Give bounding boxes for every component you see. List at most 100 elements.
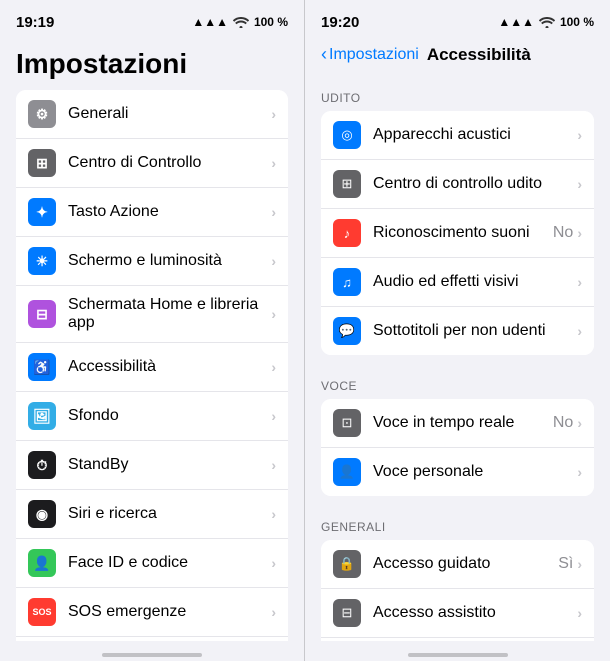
label-voce-personale: Voce personale	[373, 463, 577, 481]
chevron-sottotitoli: ›	[577, 323, 582, 339]
settings-item-schermata-home[interactable]: ⊟Schermata Home e libreria app›	[16, 286, 288, 343]
right-section-generali-r: 🔒Accesso guidatoSì›⊟Accesso assistito›◉S…	[321, 540, 594, 641]
right-item-voce-realtime[interactable]: ⊡Voce in tempo realeNo›	[321, 399, 594, 448]
icon-faceid: 👤	[28, 549, 56, 577]
section-header-udito: UDITO	[305, 75, 610, 111]
chevron-accessibilita: ›	[271, 359, 276, 375]
right-list: UDITO◎Apparecchi acustici›⊞Centro di con…	[305, 75, 610, 641]
settings-item-standby[interactable]: ⏱StandBy›	[16, 441, 288, 490]
signal-icon: ▲▲▲	[192, 15, 228, 29]
right-item-accesso-assistito[interactable]: ⊟Accesso assistito›	[321, 589, 594, 638]
icon-voce-personale: 👤	[333, 458, 361, 486]
wifi-icon	[233, 16, 249, 28]
right-battery: 100 %	[560, 15, 594, 29]
chevron-centro-udito: ›	[577, 176, 582, 192]
right-item-riconoscimento[interactable]: ♪ Riconoscimento suoniNo›	[321, 209, 594, 258]
section-header-generali-r: GENERALI	[305, 504, 610, 540]
chevron-accesso-assistito: ›	[577, 605, 582, 621]
right-home-indicator	[305, 641, 610, 661]
label-faceid: Face ID e codice	[68, 554, 271, 572]
chevron-apparecchi: ›	[577, 127, 582, 143]
label-generali: Generali	[68, 105, 271, 123]
chevron-faceid: ›	[271, 555, 276, 571]
label-audio-effetti: Audio ed effetti visivi	[373, 273, 577, 291]
settings-section-main: ⚙Generali›⊞Centro di Controllo›✦Tasto Az…	[16, 90, 288, 641]
left-status-bar: 19:19 ▲▲▲ 100 %	[0, 0, 304, 44]
icon-accesso-guidato: 🔒	[333, 550, 361, 578]
icon-riconoscimento: ♪	[333, 219, 361, 247]
left-panel: 19:19 ▲▲▲ 100 % Impostazioni ⚙Generali›⊞…	[0, 0, 305, 661]
icon-centro-controllo: ⊞	[28, 149, 56, 177]
settings-item-generali[interactable]: ⚙Generali›	[16, 90, 288, 139]
label-centro-udito: Centro di controllo udito	[373, 175, 577, 193]
icon-sottotitoli: 💬	[333, 317, 361, 345]
chevron-schermata-home: ›	[271, 306, 276, 322]
settings-item-schermo[interactable]: ☀ Schermo e luminosità›	[16, 237, 288, 286]
back-chevron-icon: ‹	[321, 44, 327, 65]
label-riconoscimento: Riconoscimento suoni	[373, 224, 553, 242]
right-item-accesso-guidato[interactable]: 🔒Accesso guidatoSì›	[321, 540, 594, 589]
left-home-indicator	[0, 641, 304, 661]
icon-schermo: ☀	[28, 247, 56, 275]
chevron-audio-effetti: ›	[577, 274, 582, 290]
value-riconoscimento: No	[553, 224, 573, 242]
left-time: 19:19	[16, 14, 54, 31]
icon-generali: ⚙	[28, 100, 56, 128]
right-home-bar	[408, 653, 508, 657]
right-item-voce-personale[interactable]: 👤 Voce personale›	[321, 448, 594, 496]
left-status-icons: ▲▲▲ 100 %	[192, 15, 288, 29]
label-apparecchi: Apparecchi acustici	[373, 126, 577, 144]
chevron-sfondo: ›	[271, 408, 276, 424]
back-label: Impostazioni	[329, 46, 419, 64]
label-accesso-assistito: Accesso assistito	[373, 604, 577, 622]
chevron-schermo: ›	[271, 253, 276, 269]
label-schermo: Schermo e luminosità	[68, 252, 271, 270]
settings-item-faceid[interactable]: 👤 Face ID e codice›	[16, 539, 288, 588]
right-signal-icon: ▲▲▲	[498, 15, 534, 29]
settings-item-tasto-azione[interactable]: ✦Tasto Azione›	[16, 188, 288, 237]
settings-item-sfondo[interactable]: 🖼Sfondo›	[16, 392, 288, 441]
right-status-icons: ▲▲▲ 100 %	[498, 15, 594, 29]
right-time: 19:20	[321, 14, 359, 31]
icon-accessibilita: ♿	[28, 353, 56, 381]
right-page-title: Accessibilità	[427, 45, 531, 65]
settings-item-sos[interactable]: SOSSOS emergenze›	[16, 588, 288, 637]
icon-voce-realtime: ⊡	[333, 409, 361, 437]
label-accesso-guidato: Accesso guidato	[373, 555, 558, 573]
right-status-bar: 19:20 ▲▲▲ 100 %	[305, 0, 610, 44]
settings-item-siri[interactable]: ◉Siri e ricerca›	[16, 490, 288, 539]
icon-audio-effetti: ♫	[333, 268, 361, 296]
settings-item-centro-controllo[interactable]: ⊞Centro di Controllo›	[16, 139, 288, 188]
icon-apparecchi: ◎	[333, 121, 361, 149]
right-item-apparecchi[interactable]: ◎ Apparecchi acustici›	[321, 111, 594, 160]
right-section-udito: ◎Apparecchi acustici›⊞Centro di controll…	[321, 111, 594, 355]
chevron-sos: ›	[271, 604, 276, 620]
icon-centro-udito: ⊞	[333, 170, 361, 198]
chevron-standby: ›	[271, 457, 276, 473]
chevron-accesso-guidato: ›	[577, 556, 582, 572]
icon-sfondo: 🖼	[28, 402, 56, 430]
chevron-voce-realtime: ›	[577, 415, 582, 431]
right-nav: ‹ Impostazioni Accessibilità	[305, 44, 610, 75]
chevron-voce-personale: ›	[577, 464, 582, 480]
right-item-centro-udito[interactable]: ⊞ Centro di controllo udito›	[321, 160, 594, 209]
icon-standby: ⏱	[28, 451, 56, 479]
back-button[interactable]: ‹ Impostazioni	[321, 44, 419, 65]
chevron-riconoscimento: ›	[577, 225, 582, 241]
right-item-sottotitoli[interactable]: 💬 Sottotitoli per non udenti›	[321, 307, 594, 355]
label-sos: SOS emergenze	[68, 603, 271, 621]
left-home-bar	[102, 653, 202, 657]
right-item-audio-effetti[interactable]: ♫ Audio ed effetti visivi›	[321, 258, 594, 307]
icon-siri: ◉	[28, 500, 56, 528]
label-siri: Siri e ricerca	[68, 505, 271, 523]
settings-item-accessibilita[interactable]: ♿Accessibilità›	[16, 343, 288, 392]
right-section-voce: ⊡Voce in tempo realeNo›👤Voce personale›	[321, 399, 594, 496]
settings-list: ⚙Generali›⊞Centro di Controllo›✦Tasto Az…	[0, 90, 304, 641]
section-header-voce: VOCE	[305, 363, 610, 399]
label-sottotitoli: Sottotitoli per non udenti	[373, 322, 577, 340]
right-panel: 19:20 ▲▲▲ 100 % ‹ Impostazioni Accessibi…	[305, 0, 610, 661]
icon-schermata-home: ⊟	[28, 300, 56, 328]
label-centro-controllo: Centro di Controllo	[68, 154, 271, 172]
left-battery: 100 %	[254, 15, 288, 29]
chevron-tasto-azione: ›	[271, 204, 276, 220]
